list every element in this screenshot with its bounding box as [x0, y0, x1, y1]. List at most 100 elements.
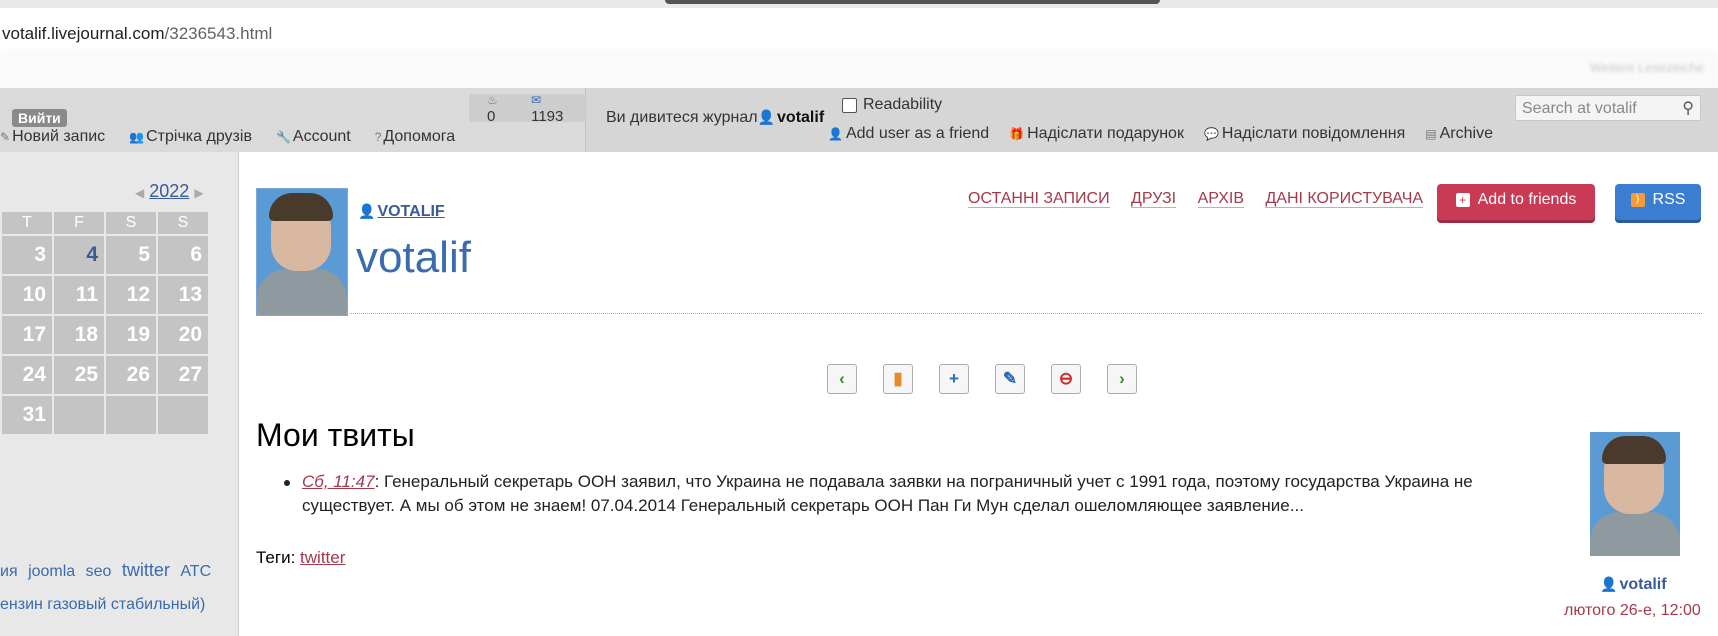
- calendar-day: 11: [54, 276, 104, 314]
- more-bookmarks[interactable]: Weitere Lesezeiche: [1590, 60, 1704, 75]
- author-userpic[interactable]: [1590, 432, 1680, 556]
- counters: ♨ 0 ✉ 1193: [469, 91, 585, 125]
- tag-cloud: ия joomla seo twitter АТС: [0, 560, 217, 581]
- calendar-day: [106, 396, 156, 434]
- calendar-day: 3: [2, 236, 52, 274]
- list-bullet: [284, 480, 290, 486]
- counter-a[interactable]: ♨ 0: [481, 91, 513, 125]
- account-link[interactable]: 🔧 Account: [276, 128, 363, 145]
- calendar: T F S S 3 4 5 6 10 11 12 13 17 18 19 20 …: [0, 210, 210, 436]
- user-icon: 👤: [358, 203, 376, 219]
- header-divider: [346, 313, 1702, 314]
- calendar-day: 5: [106, 236, 156, 274]
- add-friend-link[interactable]: 👤 Add user as a friend: [828, 125, 999, 142]
- readability-checkbox[interactable]: [842, 97, 857, 113]
- calendar-day: [54, 396, 104, 434]
- viewing-journal: Ви дивитеся журнал👤 votalif: [606, 109, 825, 126]
- archive-icon: ▤: [1425, 127, 1437, 141]
- add-memory-icon[interactable]: +: [939, 364, 969, 394]
- send-message-link[interactable]: 💬 Надіслати повідомлення: [1204, 125, 1415, 142]
- nav-user-info[interactable]: ДАНІ КОРИСТУВАЧА: [1265, 190, 1424, 208]
- tag-link[interactable]: АТС: [180, 563, 211, 580]
- calendar-day: [158, 396, 208, 434]
- lj-user-panel: Вийти ✎ Новий запис 👥 Стрічка друзів 🔧 Accoun…: [0, 88, 586, 152]
- calendar-day: 19: [106, 316, 156, 354]
- logout-button[interactable]: Вийти: [12, 109, 67, 127]
- next-entry-icon[interactable]: ›: [1107, 364, 1137, 394]
- calendar-day: 27: [158, 356, 208, 394]
- tab-strip: [0, 0, 1718, 8]
- tag-edit-icon[interactable]: ✎: [995, 364, 1025, 394]
- wrench-icon: 🔧: [275, 130, 291, 144]
- weekday-header: S: [106, 212, 156, 234]
- rss-button[interactable]: ) RSS: [1615, 184, 1701, 220]
- help-link[interactable]: ? Допомога: [375, 128, 467, 145]
- nav-archive[interactable]: АРХІВ: [1197, 190, 1244, 208]
- tag-link[interactable]: seo: [86, 563, 112, 580]
- add-to-friends-button[interactable]: + Add to friends: [1437, 184, 1595, 220]
- readability-toggle[interactable]: Readability: [842, 96, 942, 114]
- tweet-time-link[interactable]: Сб, 11:47: [302, 472, 375, 491]
- calendar-day: 25: [54, 356, 104, 394]
- entry-toolbar: ‹ ▮ + ✎ ⊖ ›: [827, 364, 1137, 394]
- year-link[interactable]: 2022: [149, 181, 189, 201]
- question-icon: ?: [374, 130, 382, 144]
- bookmark-icon[interactable]: ▮: [883, 364, 913, 394]
- active-tab[interactable]: [665, 0, 1160, 4]
- prev-entry-icon[interactable]: ‹: [827, 364, 857, 394]
- calendar-day: 18: [54, 316, 104, 354]
- weekday-header: T: [2, 212, 52, 234]
- new-post-link[interactable]: ✎ Новий запис: [0, 128, 117, 145]
- tag-link[interactable]: joomla: [28, 563, 75, 580]
- pencil-icon: ✎: [0, 130, 11, 144]
- calendar-day: 17: [2, 316, 52, 354]
- calendar-day: 31: [2, 396, 52, 434]
- journal-username-link[interactable]: 👤 VOTALIF: [358, 203, 445, 221]
- friends-icon: 👥: [129, 130, 145, 144]
- next-year-icon[interactable]: ▶: [194, 186, 203, 200]
- prev-year-icon[interactable]: ◀: [135, 186, 144, 200]
- send-gift-link[interactable]: 🎁 Надіслати подарунок: [1009, 125, 1194, 142]
- archive-link[interactable]: ▤ Archive: [1425, 125, 1503, 142]
- nav-friends[interactable]: ДРУЗІ: [1131, 190, 1177, 208]
- rss-icon: ): [1630, 192, 1645, 207]
- entry-tags: Теги: twitter: [256, 548, 346, 567]
- tag-link[interactable]: ия: [0, 563, 18, 580]
- tag-link[interactable]: ензин газовый стабильный): [0, 596, 205, 614]
- sidebar: ◀ 2022 ▶ T F S S 3 4 5 6 10 11 12 13 17 …: [0, 152, 239, 636]
- calendar-day: 10: [2, 276, 52, 314]
- viewing-user-link[interactable]: votalif: [777, 109, 824, 126]
- flag-icon[interactable]: ⊖: [1051, 364, 1081, 394]
- bookmarks-bar: Weitere Lesezeiche: [0, 50, 1718, 88]
- friends-feed-link[interactable]: 👥 Стрічка друзів: [129, 128, 264, 145]
- calendar-day: 24: [2, 356, 52, 394]
- calendar-day-link[interactable]: 4: [54, 236, 104, 274]
- plus-icon: +: [1455, 192, 1470, 207]
- search-icon[interactable]: ⚲: [1682, 96, 1694, 122]
- address-bar[interactable]: votalif.livejournal.com/3236543.html: [0, 8, 1718, 50]
- journal-actions: 👤 Add user as a friend 🎁 Надіслати подаруно…: [828, 125, 1513, 143]
- entry-tag-link[interactable]: twitter: [300, 548, 345, 567]
- lj-controlstrip: Вийти ✎ Новий запис 👥 Стрічка друзів 🔧 Accoun…: [0, 88, 1718, 152]
- journal-userpic[interactable]: [256, 188, 348, 316]
- nav-recent-entries[interactable]: ОСТАННІ ЗАПИСИ: [968, 190, 1110, 208]
- search-input[interactable]: Search at votalif ⚲: [1515, 95, 1701, 121]
- message-icon: 💬: [1203, 127, 1219, 141]
- gift-icon: 🎁: [1009, 127, 1025, 141]
- add-user-icon: 👤: [828, 127, 843, 141]
- calendar-day: 12: [106, 276, 156, 314]
- entry-body: Сб, 11:47: Генеральный секретарь ООН зая…: [302, 472, 1473, 515]
- calendar-day: 6: [158, 236, 208, 274]
- user-icon: 👤: [757, 109, 776, 125]
- url-text[interactable]: votalif.livejournal.com/3236543.html: [2, 24, 272, 44]
- lj-user-links: ✎ Новий запис 👥 Стрічка друзів 🔧 Account ? Допо…: [0, 128, 479, 146]
- journal-nav: ОСТАННІ ЗАПИСИ ДРУЗІ АРХІВ ДАНІ КОРИСТУВ…: [968, 190, 1440, 208]
- journal-title[interactable]: votalif: [356, 233, 471, 283]
- year-nav: ◀ 2022 ▶: [135, 181, 204, 202]
- counter-b[interactable]: ✉ 1193: [525, 91, 573, 125]
- weekday-header: F: [54, 212, 104, 234]
- user-icon: 👤: [1600, 576, 1618, 592]
- author-link[interactable]: 👤 votalif: [1600, 576, 1667, 594]
- tag-link[interactable]: twitter: [122, 560, 170, 580]
- entry-title: Мои твиты: [256, 417, 415, 453]
